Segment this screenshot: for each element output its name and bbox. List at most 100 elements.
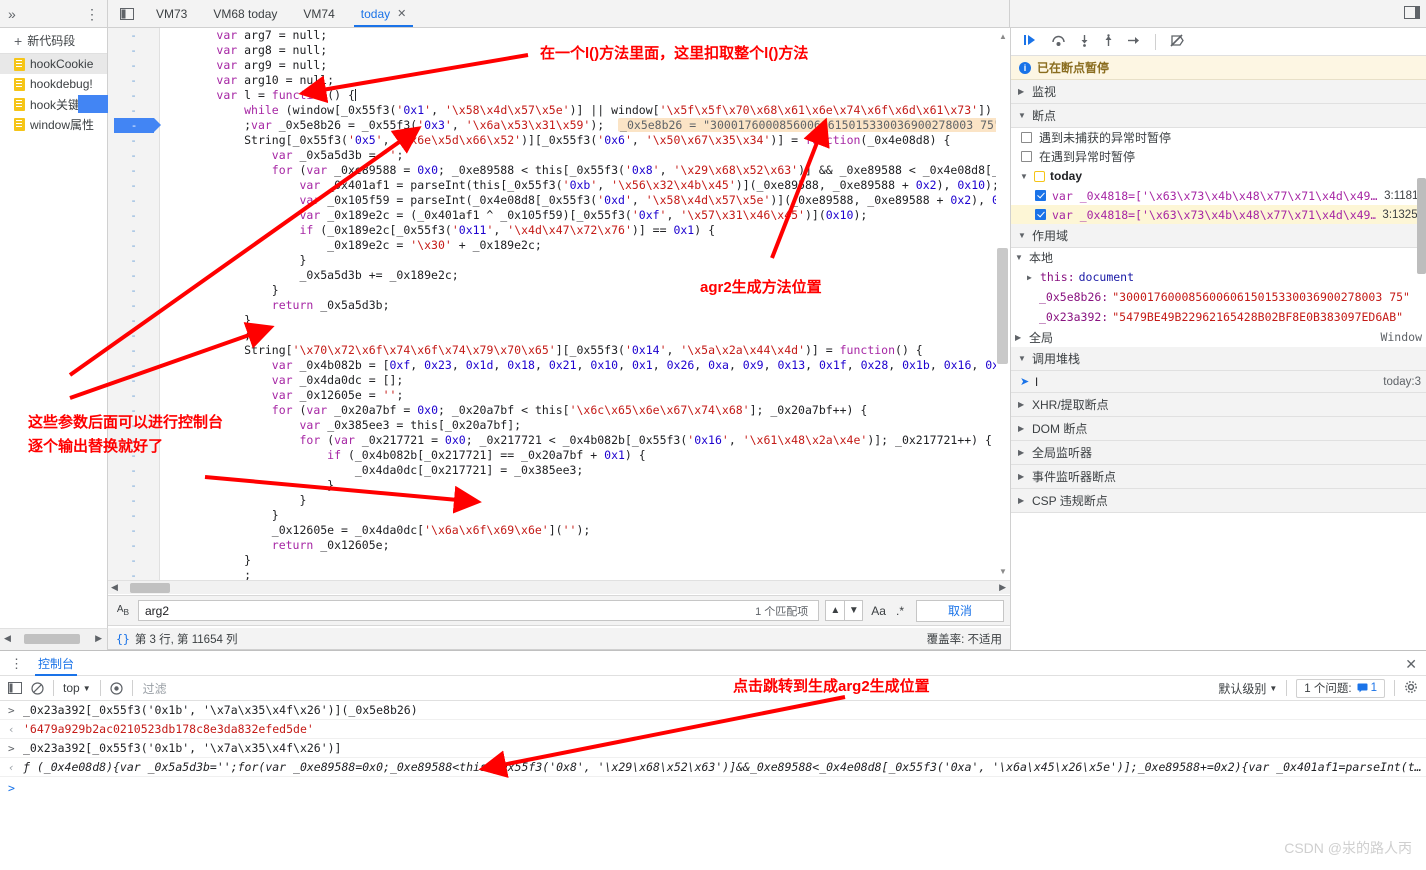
checkbox[interactable]	[1021, 151, 1032, 162]
code-line[interactable]: }	[161, 493, 1010, 508]
code-line[interactable]: var _0x5a5d3b = '';	[161, 148, 1010, 163]
checkbox[interactable]	[1035, 190, 1046, 201]
scroll-down-icon[interactable]: ▼	[999, 567, 1007, 576]
editor-gutter[interactable]: --------------------------------------	[108, 28, 161, 580]
search-input[interactable]: arg2 1 个匹配项	[138, 600, 820, 621]
callstack-section-header[interactable]: ▼ 调用堆栈	[1011, 347, 1426, 371]
pause-exceptions-row[interactable]: 在遇到异常时暂停	[1011, 147, 1426, 166]
scroll-right-icon[interactable]: ▶	[95, 633, 102, 644]
code-line[interactable]: String['\x70\x72\x6f\x74\x6f\x74\x79\x70…	[161, 343, 1010, 358]
code-line[interactable]: if (_0x4b082b[_0x217721] == _0x20a7bf + …	[161, 448, 1010, 463]
watch-section-header[interactable]: ▶ 监视	[1011, 80, 1426, 104]
gutter-line[interactable]: -	[108, 208, 159, 223]
gutter-line[interactable]: -	[108, 298, 159, 313]
scroll-right-icon[interactable]: ▶	[999, 582, 1006, 593]
step-over-icon[interactable]	[1051, 34, 1066, 50]
code-line[interactable]: var _0x4da0dc = [];	[161, 373, 1010, 388]
new-snippet-button[interactable]: + 新代码段	[0, 28, 107, 54]
breakpoint-file-row[interactable]: ▼ today	[1011, 166, 1426, 186]
gutter-line[interactable]: -	[108, 328, 159, 343]
filter-input[interactable]: 过滤	[142, 679, 1210, 698]
code-line[interactable]: _0x189e2c = '\x30' + _0x189e2c;	[161, 238, 1010, 253]
gutter-line[interactable]: -	[108, 238, 159, 253]
regex-button[interactable]: .*	[894, 604, 906, 618]
dom-breakpoints-header[interactable]: ▶ DOM 断点	[1011, 417, 1426, 441]
gutter-line[interactable]: -	[108, 463, 159, 478]
deactivate-breakpoints-icon[interactable]	[1169, 33, 1185, 50]
scroll-left-icon[interactable]: ◀	[111, 582, 118, 593]
tab-vm73[interactable]: VM73	[143, 0, 200, 27]
code-line[interactable]: var _0x189e2c = (_0x401af1 ^ _0x105f59)[…	[161, 208, 1010, 223]
gutter-line[interactable]: -	[108, 283, 159, 298]
context-selector[interactable]: top ▼	[63, 681, 91, 695]
gutter-line[interactable]: -	[108, 493, 159, 508]
breakpoint-row[interactable]: var _0x4818=['\x63\x73\x4b\x48\x77\x71\x…	[1011, 205, 1426, 224]
gutter-line[interactable]: -	[108, 313, 159, 328]
scrollbar-thumb[interactable]	[997, 248, 1008, 364]
gutter-line[interactable]: -	[108, 478, 159, 493]
live-expression-icon[interactable]	[110, 681, 123, 695]
gutter-line[interactable]: -	[108, 163, 159, 178]
code-editor[interactable]: -------------------------------------- v…	[108, 28, 1010, 580]
console-prompt[interactable]: >	[0, 777, 1426, 799]
code-line[interactable]: }	[161, 313, 1010, 328]
code-line[interactable]: ;	[161, 328, 1010, 343]
scope-global-header[interactable]: ▶ 全局 Window	[1011, 327, 1426, 347]
drawer-menu-icon[interactable]: ⋮	[10, 657, 23, 670]
global-listeners-header[interactable]: ▶ 全局监听器	[1011, 441, 1426, 465]
gear-icon[interactable]	[1404, 680, 1418, 697]
log-level-selector[interactable]: 默认级别 ▼	[1218, 680, 1277, 697]
breakpoint-row[interactable]: var _0x4818=['\x63\x73\x4b\x48\x77\x71\x…	[1011, 186, 1426, 205]
snippet-item-hookcookie[interactable]: hookCookie	[0, 54, 107, 74]
scrollbar-thumb[interactable]	[24, 634, 80, 644]
code-line[interactable]: var l = function() {	[161, 88, 1010, 103]
xhr-breakpoints-header[interactable]: ▶ XHR/提取断点	[1011, 393, 1426, 417]
issues-button[interactable]: 1 个问题: 1	[1296, 678, 1385, 698]
code-line[interactable]: return _0x5a5d3b;	[161, 298, 1010, 313]
code-line[interactable]: }	[161, 253, 1010, 268]
clear-console-icon[interactable]	[31, 681, 44, 695]
code-line[interactable]: var _0x385ee3 = this[_0x20a7bf];	[161, 418, 1010, 433]
gutter-line[interactable]: -	[108, 223, 159, 238]
step-into-icon[interactable]	[1079, 34, 1090, 50]
execution-line-marker[interactable]: -	[114, 118, 161, 133]
console-log-output-function[interactable]: ‹ ƒ (_0x4e08d8){var _0x5a5d3b='';for(var…	[0, 758, 1426, 777]
code-line[interactable]: for (var _0x217721 = 0x0; _0x217721 < _0…	[161, 433, 1010, 448]
csp-violation-breakpoints-header[interactable]: ▶ CSP 违规断点	[1011, 489, 1426, 513]
search-next-button[interactable]: ▼	[844, 600, 864, 621]
gutter-line[interactable]: -	[108, 538, 159, 553]
scroll-left-icon[interactable]: ◀	[4, 633, 11, 644]
close-icon[interactable]: ✕	[397, 7, 406, 20]
scope-entry-0x23a392[interactable]: _0x23a392: "5479BE49B22962165428B02BF8E0…	[1011, 307, 1426, 327]
event-listener-breakpoints-header[interactable]: ▶ 事件监听器断点	[1011, 465, 1426, 489]
code-line[interactable]: while (window[_0x55f3('0x1', '\x58\x4d\x…	[161, 103, 1010, 118]
navigator-horizontal-scrollbar[interactable]: ◀ ▶	[0, 628, 108, 650]
code-line[interactable]: for (var _0xe89588 = 0x0; _0xe89588 < th…	[161, 163, 1010, 178]
pause-uncaught-row[interactable]: 遇到未捕获的异常时暂停	[1011, 128, 1426, 147]
code-line[interactable]: String[_0x55f3('0x5', '\x6e\x5d\x66\x52'…	[161, 133, 1010, 148]
tab-vm74[interactable]: VM74	[290, 0, 347, 27]
gutter-line[interactable]: -	[108, 178, 159, 193]
gutter-line[interactable]: -	[108, 523, 159, 538]
gutter-line[interactable]: -	[108, 43, 159, 58]
code-line[interactable]: }	[161, 508, 1010, 523]
checkbox[interactable]	[1035, 209, 1046, 220]
code-line[interactable]: }	[161, 283, 1010, 298]
gutter-line[interactable]: -	[108, 373, 159, 388]
cancel-button[interactable]: 取消	[916, 599, 1004, 622]
gutter-line[interactable]: -	[108, 103, 159, 118]
snippet-item-windowprops[interactable]: window属性	[0, 114, 107, 134]
console-log-input[interactable]: > _0x23a392[_0x55f3('0x1b', '\x7a\x35\x4…	[0, 739, 1426, 758]
code-line[interactable]: var _0x12605e = '';	[161, 388, 1010, 403]
checkbox[interactable]	[1021, 132, 1032, 143]
code-content[interactable]: var arg7 = null; var arg8 = null; var ar…	[161, 28, 1010, 580]
console-sidebar-icon[interactable]	[8, 682, 22, 694]
code-line[interactable]: _0x5a5d3b += _0x189e2c;	[161, 268, 1010, 283]
scrollbar-thumb[interactable]	[130, 583, 170, 593]
search-prev-button[interactable]: ▲	[825, 600, 845, 621]
gutter-line[interactable]: -	[108, 388, 159, 403]
gutter-line[interactable]: -	[108, 58, 159, 73]
step-icon[interactable]	[1127, 34, 1142, 50]
gutter-line[interactable]: -	[108, 133, 159, 148]
tab-today[interactable]: today ✕	[348, 0, 420, 27]
